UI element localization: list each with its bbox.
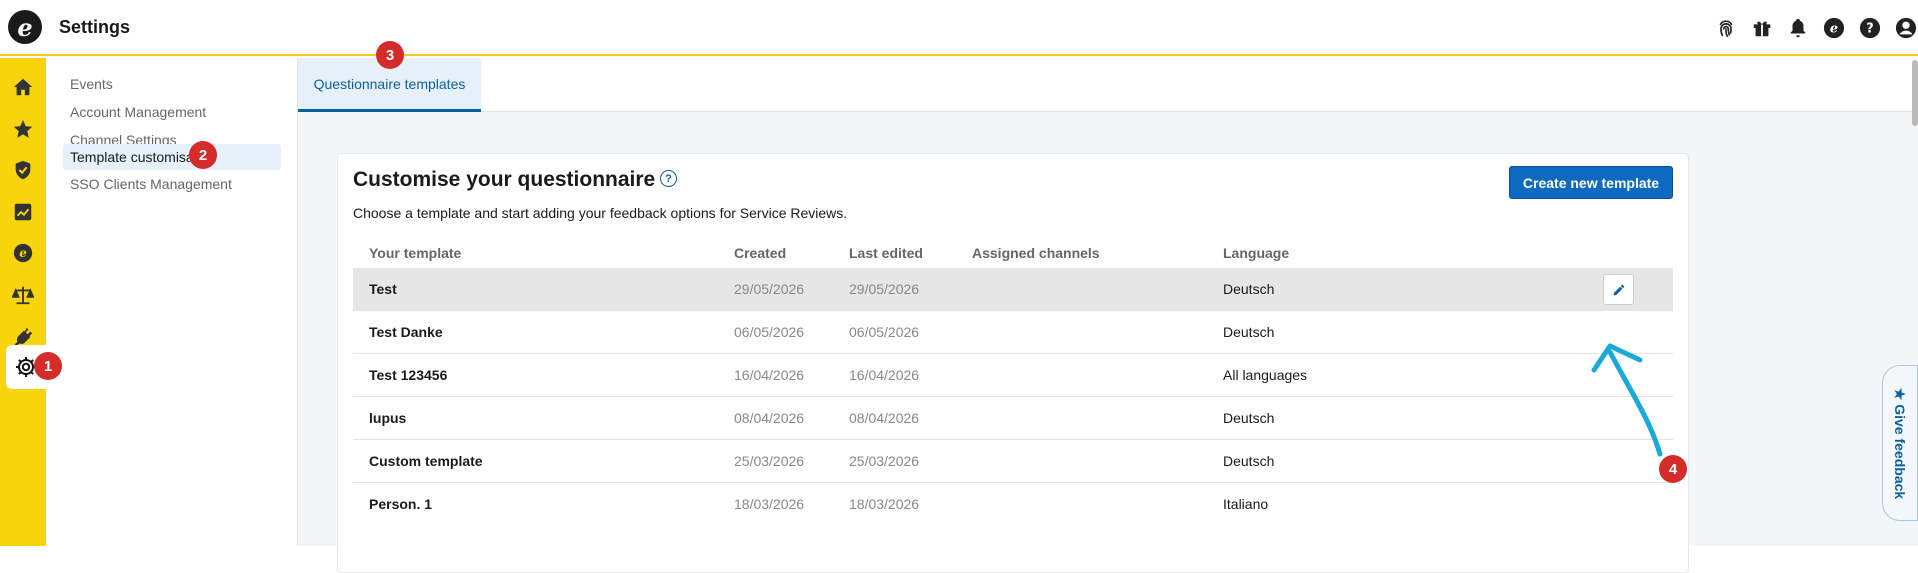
template-name: Custom template bbox=[369, 453, 483, 469]
edited-date: 06/05/2026 bbox=[849, 324, 920, 340]
page-title: Customise your questionnaire bbox=[353, 168, 656, 191]
column-header-assigned-channels: Assigned channels bbox=[972, 245, 1100, 261]
language: Deutsch bbox=[1223, 324, 1275, 340]
column-header-created[interactable]: Created bbox=[734, 245, 786, 261]
pencil-icon bbox=[1613, 284, 1624, 295]
svg-text:e: e bbox=[19, 246, 27, 260]
gift-icon[interactable] bbox=[1750, 16, 1774, 40]
created-date: 25/03/2026 bbox=[734, 453, 805, 469]
created-date: 06/05/2026 bbox=[734, 324, 805, 340]
table-row[interactable]: lupus 08/04/2026 08/04/2026 Deutsch bbox=[353, 397, 1673, 440]
brand-logo[interactable]: e bbox=[8, 10, 42, 44]
template-name: Test Danke bbox=[369, 324, 443, 340]
table-row[interactable]: Test 29/05/2026 29/05/2026 Deutsch bbox=[353, 268, 1673, 311]
template-name: lupus bbox=[369, 410, 407, 426]
settings-sidebar: Events Account Management Channel Settin… bbox=[46, 58, 298, 546]
table-row[interactable]: Test Danke 06/05/2026 06/05/2026 Deutsch bbox=[353, 311, 1673, 354]
annotation-badge-3: 3 bbox=[376, 41, 404, 69]
templates-card: Customise your questionnaire ? Choose a … bbox=[337, 153, 1689, 573]
edited-date: 16/04/2026 bbox=[849, 367, 920, 383]
top-icons: e ? bbox=[1714, 16, 1918, 40]
create-template-button[interactable]: Create new template bbox=[1509, 166, 1673, 199]
language: Deutsch bbox=[1223, 281, 1275, 297]
template-name: Test bbox=[369, 281, 397, 297]
created-date: 18/03/2026 bbox=[734, 496, 805, 512]
user-icon[interactable] bbox=[1894, 16, 1918, 40]
card-description: Choose a template and start adding your … bbox=[353, 205, 848, 221]
table-row[interactable]: Custom template 25/03/2026 25/03/2026 De… bbox=[353, 440, 1673, 483]
bell-icon[interactable] bbox=[1786, 16, 1810, 40]
sidebar-item-events[interactable]: Events bbox=[63, 71, 120, 97]
question-circle-icon[interactable]: ? bbox=[660, 170, 677, 187]
template-name: Test 123456 bbox=[369, 367, 448, 383]
help-icon[interactable]: ? bbox=[1858, 16, 1882, 40]
fingerprint-icon[interactable] bbox=[1714, 16, 1738, 40]
table-row[interactable]: Person. 1 18/03/2026 18/03/2026 Italiano bbox=[353, 483, 1673, 526]
shield-check-icon[interactable] bbox=[0, 148, 46, 192]
scrollbar-thumb[interactable] bbox=[1912, 60, 1918, 126]
template-name: Person. 1 bbox=[369, 496, 433, 512]
language: Deutsch bbox=[1223, 410, 1275, 426]
svg-text:e: e bbox=[1830, 22, 1838, 37]
give-feedback-label: ★ Give feedback bbox=[1892, 387, 1909, 499]
language: Deutsch bbox=[1223, 453, 1275, 469]
table-header: Your template Created Last edited Assign… bbox=[353, 245, 1673, 267]
annotation-arrow bbox=[1591, 343, 1663, 457]
annotation-badge-4: 4 bbox=[1659, 455, 1687, 483]
edited-date: 08/04/2026 bbox=[849, 410, 920, 426]
annotation-badge-2: 2 bbox=[189, 141, 217, 169]
sidebar-item-template-customisation[interactable]: Template customisation bbox=[63, 144, 281, 170]
scales-icon[interactable] bbox=[0, 273, 46, 317]
svg-text:?: ? bbox=[1866, 22, 1873, 37]
created-date: 16/04/2026 bbox=[734, 367, 805, 383]
table-row[interactable]: Test 123456 16/04/2026 16/04/2026 All la… bbox=[353, 354, 1673, 397]
app-title: Settings bbox=[59, 17, 131, 37]
tabs-bar: Questionnaire templates bbox=[298, 58, 1918, 112]
star-icon[interactable] bbox=[0, 107, 46, 151]
icon-rail: e bbox=[0, 58, 46, 546]
column-header-last-edited[interactable]: Last edited bbox=[849, 245, 923, 261]
edited-date: 18/03/2026 bbox=[849, 496, 920, 512]
created-date: 08/04/2026 bbox=[734, 410, 805, 426]
edited-date: 25/03/2026 bbox=[849, 453, 920, 469]
column-header-language[interactable]: Language bbox=[1223, 245, 1289, 261]
created-date: 29/05/2026 bbox=[734, 281, 805, 297]
brand-e-icon[interactable]: e bbox=[1822, 16, 1846, 40]
sidebar-item-sso-clients-management[interactable]: SSO Clients Management bbox=[63, 171, 239, 197]
column-header-template[interactable]: Your template bbox=[369, 245, 461, 261]
sidebar-item-account-management[interactable]: Account Management bbox=[63, 99, 213, 125]
language: All languages bbox=[1223, 367, 1308, 383]
edit-button[interactable] bbox=[1603, 274, 1634, 305]
home-icon[interactable] bbox=[0, 65, 46, 109]
give-feedback-button[interactable]: ★ Give feedback bbox=[1882, 365, 1918, 521]
top-bar: e Settings e ? bbox=[0, 0, 1918, 56]
edited-date: 29/05/2026 bbox=[849, 281, 920, 297]
language: Italiano bbox=[1223, 496, 1269, 512]
chart-icon[interactable] bbox=[0, 190, 46, 234]
brand-e-icon[interactable]: e bbox=[0, 231, 46, 275]
